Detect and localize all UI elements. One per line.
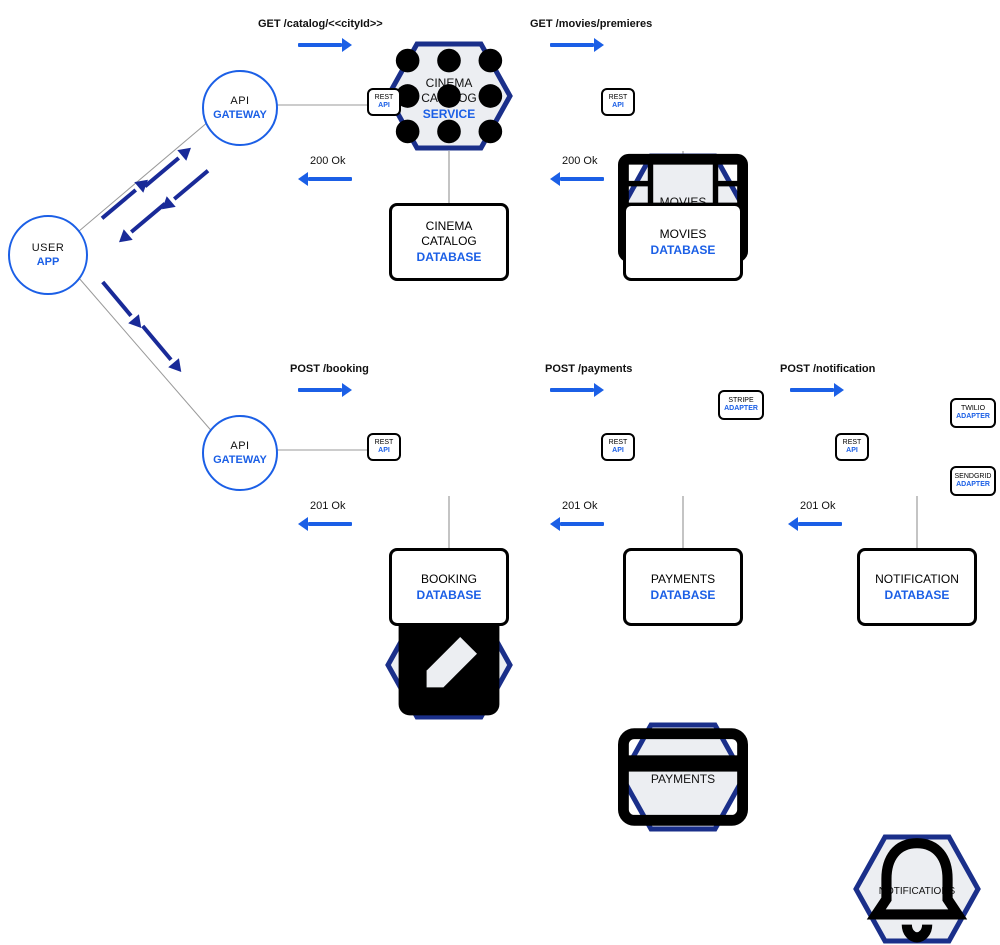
req-payments-label: POST /payments bbox=[545, 363, 632, 375]
arrow-req-premieres bbox=[550, 38, 604, 52]
rest-api-chip-booking: REST API bbox=[367, 433, 401, 461]
chip-sendgrid: SENDGRID bbox=[955, 473, 992, 481]
rest-api-chip-notifications: REST API bbox=[835, 433, 869, 461]
chip-api-5: API bbox=[846, 447, 858, 455]
chip-rest-5: REST bbox=[843, 439, 862, 447]
resp-200-b: 200 Ok bbox=[562, 155, 597, 167]
gwbot-bot: GATEWAY bbox=[213, 454, 267, 466]
chip-rest-4: REST bbox=[609, 439, 628, 447]
sendgrid-adapter-chip: SENDGRID ADAPTER bbox=[950, 466, 996, 496]
cinema-catalog-service-node: CINEMA CATALOG SERVICE bbox=[384, 40, 514, 152]
chip-adapter-3: ADAPTER bbox=[956, 481, 990, 489]
booking-db-title: BOOKING bbox=[421, 572, 477, 586]
user-top-label: USER bbox=[32, 242, 65, 254]
api-gateway-bot-node: API GATEWAY bbox=[202, 415, 278, 491]
cinema-database-node: CINEMA CATALOG DATABASE bbox=[389, 203, 509, 281]
notifications-database-node: NOTIFICATION DATABASE bbox=[857, 548, 977, 626]
twilio-adapter-chip: TWILIO ADAPTER bbox=[950, 398, 996, 428]
chip-twilio: TWILIO bbox=[961, 405, 985, 413]
arrow-resp-201-c bbox=[788, 517, 842, 531]
movies-db-label: DATABASE bbox=[651, 243, 716, 257]
resp-201-a: 201 Ok bbox=[310, 500, 345, 512]
arrow-req-notification bbox=[790, 383, 844, 397]
notifications-service-node: NOTIFICATIONS bbox=[852, 833, 982, 945]
arrow-resp-201-b bbox=[550, 517, 604, 531]
chip-stripe: STRIPE bbox=[728, 397, 753, 405]
movies-db-title: MOVIES bbox=[660, 227, 707, 241]
arrow-diag-dn-2 bbox=[137, 322, 186, 377]
resp-200-a: 200 Ok bbox=[310, 155, 345, 167]
resp-201-c: 201 Ok bbox=[800, 500, 835, 512]
payments-db-label: DATABASE bbox=[651, 588, 716, 602]
arrow-req-payments bbox=[550, 383, 604, 397]
payments-service-node: PAYMENTS bbox=[618, 721, 748, 833]
user-app-node: USER APP bbox=[8, 215, 88, 295]
rest-api-chip-cinema: REST API bbox=[367, 88, 401, 116]
chip-adapter-1: ADAPTER bbox=[724, 405, 758, 413]
booking-database-node: BOOKING DATABASE bbox=[389, 548, 509, 626]
gwtop-top: API bbox=[230, 95, 249, 107]
req-catalog-label: GET /catalog/<<cityId>> bbox=[258, 18, 383, 30]
req-booking-label: POST /booking bbox=[290, 363, 369, 375]
chip-api-3: API bbox=[378, 447, 390, 455]
gwbot-top: API bbox=[230, 440, 249, 452]
arrow-resp-201-a bbox=[298, 517, 352, 531]
rest-api-chip-payments: REST API bbox=[601, 433, 635, 461]
req-premieres-label: GET /movies/premieres bbox=[530, 18, 652, 30]
chip-api-2: API bbox=[612, 102, 624, 110]
notifications-db-label: DATABASE bbox=[885, 588, 950, 602]
notifications-db-title: NOTIFICATION bbox=[875, 572, 959, 586]
chip-api-1: API bbox=[378, 102, 390, 110]
arrow-diag-dn-1 bbox=[97, 278, 146, 333]
chip-rest-2: REST bbox=[609, 94, 628, 102]
gwtop-bot: GATEWAY bbox=[213, 109, 267, 121]
api-gateway-top-node: API GATEWAY bbox=[202, 70, 278, 146]
arrow-req-booking bbox=[298, 383, 352, 397]
cinema-db-label: DATABASE bbox=[417, 250, 482, 264]
movies-database-node: MOVIES DATABASE bbox=[623, 203, 743, 281]
booking-db-label: DATABASE bbox=[417, 588, 482, 602]
arrow-resp-200-a bbox=[298, 172, 352, 186]
cinema-db-title: CINEMA CATALOG bbox=[421, 219, 477, 248]
arrow-req-catalog bbox=[298, 38, 352, 52]
rest-api-chip-movies: REST API bbox=[601, 88, 635, 116]
user-bot-label: APP bbox=[37, 256, 60, 268]
arrow-resp-200-b bbox=[550, 172, 604, 186]
payments-database-node: PAYMENTS DATABASE bbox=[623, 548, 743, 626]
resp-201-b: 201 Ok bbox=[562, 500, 597, 512]
req-notification-label: POST /notification bbox=[780, 363, 875, 375]
chip-api-4: API bbox=[612, 447, 624, 455]
stripe-adapter-chip: STRIPE ADAPTER bbox=[718, 390, 764, 420]
chip-adapter-2: ADAPTER bbox=[956, 413, 990, 421]
chip-rest-3: REST bbox=[375, 439, 394, 447]
payments-db-title: PAYMENTS bbox=[651, 572, 715, 586]
chip-rest-1: REST bbox=[375, 94, 394, 102]
